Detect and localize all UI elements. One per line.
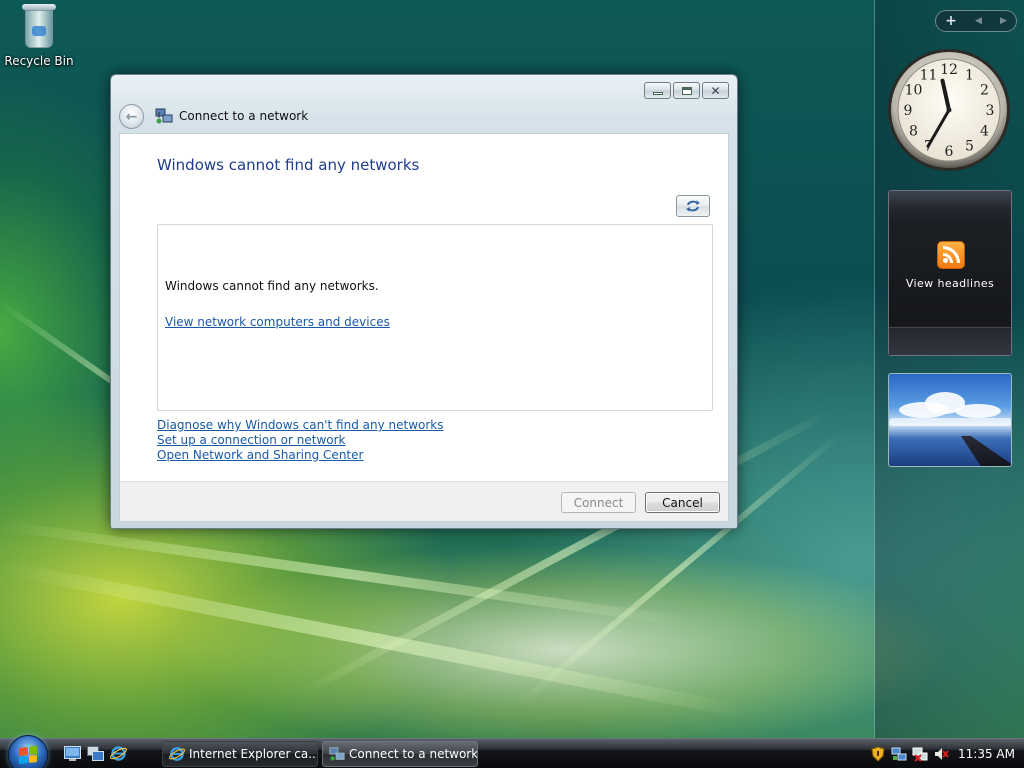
start-button[interactable] bbox=[8, 735, 48, 768]
dialog-footer: Connect Cancel bbox=[119, 481, 729, 522]
clock-numeral: 10 bbox=[905, 83, 923, 99]
clock-numeral: 11 bbox=[920, 67, 938, 83]
minimize-button[interactable] bbox=[644, 82, 671, 99]
network-list[interactable]: Windows cannot find any networks. View n… bbox=[157, 224, 713, 411]
windows-sidebar: + ◀ ▶ 121234567891011 bbox=[874, 0, 1024, 738]
internet-explorer-icon[interactable] bbox=[110, 746, 127, 761]
clock-numeral: 9 bbox=[904, 103, 913, 119]
taskbar-button-connect-to-network[interactable]: Connect to a network bbox=[322, 741, 478, 767]
windows-logo-icon bbox=[19, 746, 37, 764]
diagnose-link[interactable]: Diagnose why Windows can't find any netw… bbox=[157, 418, 444, 432]
taskbar: Internet Explorer ca... Connect to a net… bbox=[0, 735, 1024, 768]
close-button[interactable]: ✕ bbox=[702, 82, 729, 99]
show-desktop-icon[interactable] bbox=[64, 746, 81, 761]
internet-explorer-icon bbox=[169, 747, 185, 761]
clock-gadget[interactable]: 121234567891011 bbox=[887, 48, 1011, 172]
refresh-icon bbox=[686, 200, 700, 212]
next-gadgets-button[interactable]: ▶ bbox=[1000, 11, 1007, 31]
clock-numeral: 6 bbox=[945, 144, 954, 160]
view-network-devices-link[interactable]: View network computers and devices bbox=[165, 315, 390, 329]
add-gadget-button[interactable]: + bbox=[945, 11, 957, 31]
previous-gadgets-button[interactable]: ◀ bbox=[975, 11, 982, 31]
network-icon bbox=[155, 108, 173, 124]
wallpaper-streak bbox=[0, 560, 748, 719]
refresh-button[interactable] bbox=[676, 195, 710, 217]
security-shield-icon[interactable] bbox=[870, 746, 886, 762]
view-headlines-label: View headlines bbox=[905, 277, 995, 290]
switch-windows-icon[interactable] bbox=[87, 746, 104, 761]
taskbar-button-label: Internet Explorer ca... bbox=[189, 747, 318, 761]
no-networks-message: Windows cannot find any networks. bbox=[165, 279, 379, 293]
sidebar-controls: + ◀ ▶ bbox=[935, 10, 1017, 32]
clock-numeral: 5 bbox=[965, 139, 974, 155]
network-sharing-center-link[interactable]: Open Network and Sharing Center bbox=[157, 448, 363, 462]
network-disconnected-icon[interactable] bbox=[912, 746, 928, 762]
connect-button[interactable]: Connect bbox=[561, 492, 636, 513]
dialog-content: Windows cannot find any networks Windows… bbox=[119, 133, 729, 481]
clock-numeral: 4 bbox=[980, 124, 989, 140]
clock-numeral: 3 bbox=[986, 103, 995, 119]
taskbar-button-label: Connect to a network bbox=[349, 747, 478, 761]
window-title: Connect to a network bbox=[179, 109, 309, 123]
notification-area: 11:35 AM bbox=[870, 741, 1022, 767]
recycle-bin-label: Recycle Bin bbox=[4, 54, 74, 68]
close-icon: ✕ bbox=[710, 83, 721, 98]
volume-muted-icon[interactable] bbox=[933, 746, 949, 762]
recycle-bin-desktop-icon[interactable]: Recycle Bin bbox=[4, 2, 74, 68]
cancel-button[interactable]: Cancel bbox=[645, 492, 720, 513]
recycle-bin-icon bbox=[22, 4, 56, 48]
caption-buttons: ✕ bbox=[644, 82, 729, 99]
setup-connection-link[interactable]: Set up a connection or network bbox=[157, 433, 345, 447]
connect-to-network-window: ✕ ← Connect to a network Windows cannot … bbox=[110, 74, 738, 529]
taskbar-button-internet-explorer[interactable]: Internet Explorer ca... bbox=[162, 741, 318, 767]
clock-numeral: 2 bbox=[980, 83, 989, 99]
page-heading: Windows cannot find any networks bbox=[157, 156, 420, 174]
taskbar-clock[interactable]: 11:35 AM bbox=[958, 747, 1015, 761]
rss-icon bbox=[937, 241, 965, 269]
back-button[interactable]: ← bbox=[119, 104, 144, 129]
clock-numeral: 12 bbox=[940, 62, 958, 78]
maximize-button[interactable] bbox=[673, 82, 700, 99]
clock-numeral: 8 bbox=[909, 124, 918, 140]
network-status-icon[interactable] bbox=[891, 746, 907, 762]
slideshow-image bbox=[961, 436, 1011, 466]
slideshow-gadget[interactable] bbox=[888, 373, 1012, 467]
minimize-icon bbox=[652, 91, 663, 95]
clock-numeral: 1 bbox=[965, 67, 974, 83]
network-icon bbox=[329, 747, 345, 761]
maximize-icon bbox=[681, 86, 692, 95]
feed-headlines-gadget[interactable]: View headlines bbox=[888, 190, 1012, 356]
back-arrow-icon: ← bbox=[125, 108, 138, 125]
